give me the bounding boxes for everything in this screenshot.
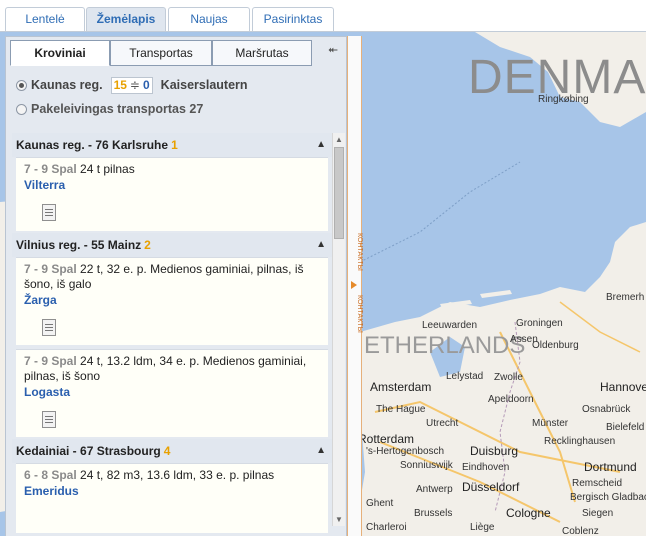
top-tab-bar: Lentelė Žemėlapis Naujas Pasirinktas xyxy=(0,0,646,33)
map-label-city: Amsterdam xyxy=(370,380,432,394)
collapse-panel-icon[interactable]: ⯬ xyxy=(326,42,340,56)
passing-option[interactable]: Pakeleivingas transportas 27 xyxy=(16,99,203,119)
route-from: Kaunas reg. xyxy=(31,78,103,92)
passing-label: Pakeleivingas transportas 27 xyxy=(31,102,204,116)
map-label-city: Zwolle xyxy=(494,372,523,383)
card-description: 7 - 9 Spal 24 t, 13.2 ldm, 34 e. p. Medi… xyxy=(24,354,320,384)
map-label-city: Cologne xyxy=(506,506,551,520)
scroll-thumb[interactable] xyxy=(334,147,344,239)
group-title: Kaunas reg. - 76 Karlsruhe xyxy=(16,138,169,152)
map-label-city: Dortmund xyxy=(584,460,637,474)
chevron-up-icon[interactable]: ▲ xyxy=(316,133,326,157)
group-header[interactable]: Kedainiai - 67 Strasbourg 4 ▲ xyxy=(12,439,332,463)
tab-naujas[interactable]: Naujas xyxy=(168,7,250,32)
map-label-city: Remscheid xyxy=(572,478,623,489)
map-label-city: Ringkøbing xyxy=(538,94,589,105)
search-panel: Kroviniai Transportas Maršrutas ⯬ Kaunas… xyxy=(5,36,347,536)
map-label-city: Bergisch Gladbach xyxy=(570,492,646,503)
map-label-city: Liège xyxy=(470,522,495,533)
map-label-city: Groningen xyxy=(516,318,563,329)
map-label-city: Duisburg xyxy=(470,444,519,458)
contacts-strip[interactable]: КОНТАКТЫ КОНТАКТЫ xyxy=(347,36,363,536)
list-item[interactable]: 7 - 9 Spal 24 t, 13.2 ldm, 34 e. p. Medi… xyxy=(16,349,328,437)
results-scrollbar[interactable]: ▲ ▼ xyxy=(332,133,345,526)
map-label-city: Bremerh xyxy=(606,292,645,303)
contacts-label-top[interactable]: КОНТАКТЫ xyxy=(348,232,363,272)
map-label-city: Brussels xyxy=(414,508,453,519)
tab-lentele[interactable]: Lentelė xyxy=(5,7,85,32)
map-label-city: Antwerp xyxy=(416,484,453,495)
route-count-separator: ≑ xyxy=(129,78,140,92)
map-label-city: Leeuwarden xyxy=(422,320,478,331)
company-link[interactable]: Emeridus xyxy=(24,484,320,498)
scroll-up-icon[interactable]: ▲ xyxy=(333,133,345,146)
group-title: Kedainiai - 67 Strasbourg xyxy=(16,444,161,458)
map-label-city: Münster xyxy=(532,418,569,429)
list-item[interactable]: 7 - 9 Spal 22 t, 32 e. p. Medienos gamin… xyxy=(16,257,328,345)
group-header[interactable]: Vilnius reg. - 55 Mainz 2 ▲ xyxy=(12,233,332,257)
map-label-city: Utrecht xyxy=(426,418,459,429)
map-label-city: Charleroi xyxy=(366,522,407,533)
map-label-city: Coblenz xyxy=(562,526,599,536)
map-label-city: Recklinghausen xyxy=(544,436,616,447)
map-label-city: The Hague xyxy=(376,404,426,415)
map-label-city: Sonniuswijk xyxy=(400,460,453,471)
tab-zemelapis[interactable]: Žemėlapis xyxy=(86,7,166,33)
tab-transportas[interactable]: Transportas xyxy=(110,40,212,66)
chevron-up-icon[interactable]: ▲ xyxy=(316,233,326,257)
company-link[interactable]: Logasta xyxy=(24,385,320,399)
map-label-city: Apeldoorn xyxy=(488,394,534,405)
route-option[interactable]: Kaunas reg. 15 ≑ 0 Kaiserslautern xyxy=(16,75,248,95)
map-label-city: Siegen xyxy=(582,508,614,519)
card-date: 7 - 9 Spal xyxy=(24,162,77,176)
expand-contacts-icon[interactable] xyxy=(351,281,357,289)
map-label-netherlands: ETHERLANDS xyxy=(364,332,526,359)
document-icon[interactable] xyxy=(42,411,56,428)
panel-tab-bar: Kroviniai Transportas Maršrutas xyxy=(10,40,330,66)
map-label-city: Oldenburg xyxy=(532,340,579,351)
route-radio[interactable] xyxy=(16,79,27,91)
card-details: 24 t pilnas xyxy=(76,162,135,176)
route-to: Kaiserslautern xyxy=(160,78,248,92)
card-description: 7 - 9 Spal 22 t, 32 e. p. Medienos gamin… xyxy=(24,262,320,292)
company-link[interactable]: Žarga xyxy=(24,293,320,307)
group-title: Vilnius reg. - 55 Mainz xyxy=(16,238,142,252)
route-count-box: 15 ≑ 0 xyxy=(110,76,153,94)
document-icon[interactable] xyxy=(42,319,56,336)
group-count: 2 xyxy=(144,238,151,252)
tab-kroviniai[interactable]: Kroviniai xyxy=(10,40,110,66)
group-count: 4 xyxy=(163,444,171,458)
card-description: 6 - 8 Spal 24 t, 82 m3, 13.6 ldm, 33 e. … xyxy=(24,468,320,483)
map-label-city: Ghent xyxy=(366,498,394,509)
results-list[interactable]: Kaunas reg. - 76 Karlsruhe 1 ▲ 7 - 9 Spal… xyxy=(12,133,332,533)
map-label-city: Düsseldorf xyxy=(462,480,520,494)
passing-radio[interactable] xyxy=(16,103,27,115)
tab-marsrutas[interactable]: Maršrutas xyxy=(212,40,312,66)
card-date: 7 - 9 Spal xyxy=(24,354,77,368)
scroll-down-icon[interactable]: ▼ xyxy=(333,513,345,526)
map-label-city: Lelystad xyxy=(446,371,484,382)
card-date: 6 - 8 Spal xyxy=(24,468,77,482)
map-label-city: Bielefeld xyxy=(606,422,645,433)
map-label-city: 's-Hertogenbosch xyxy=(366,446,445,457)
route-count-transport: 0 xyxy=(142,78,150,92)
group-header[interactable]: Kaunas reg. - 76 Karlsruhe 1 ▲ xyxy=(12,133,332,157)
chevron-up-icon[interactable]: ▲ xyxy=(316,439,326,463)
list-item[interactable]: 7 - 9 Spal 24 t pilnas Vilterra xyxy=(16,157,328,231)
card-details: 24 t, 82 m3, 13.6 ldm, 33 e. p. pilnas xyxy=(76,468,275,482)
list-item[interactable]: 6 - 8 Spal 24 t, 82 m3, 13.6 ldm, 33 e. … xyxy=(16,463,328,533)
document-icon[interactable] xyxy=(42,204,56,221)
map-label-city: Hannove xyxy=(600,380,646,394)
card-date: 7 - 9 Spal xyxy=(24,262,77,276)
contacts-label-bottom[interactable]: КОНТАКТЫ xyxy=(348,294,363,334)
group-count: 1 xyxy=(171,138,178,152)
card-description: 7 - 9 Spal 24 t pilnas xyxy=(24,162,320,177)
map-label-city: Eindhoven xyxy=(462,462,510,473)
map-label-city: Osnabrück xyxy=(582,404,631,415)
tab-pasirinktas[interactable]: Pasirinktas xyxy=(252,7,334,32)
route-count-loads: 15 xyxy=(113,78,127,92)
company-link[interactable]: Vilterra xyxy=(24,178,320,192)
map-label-city: Rotterdam xyxy=(358,432,415,446)
